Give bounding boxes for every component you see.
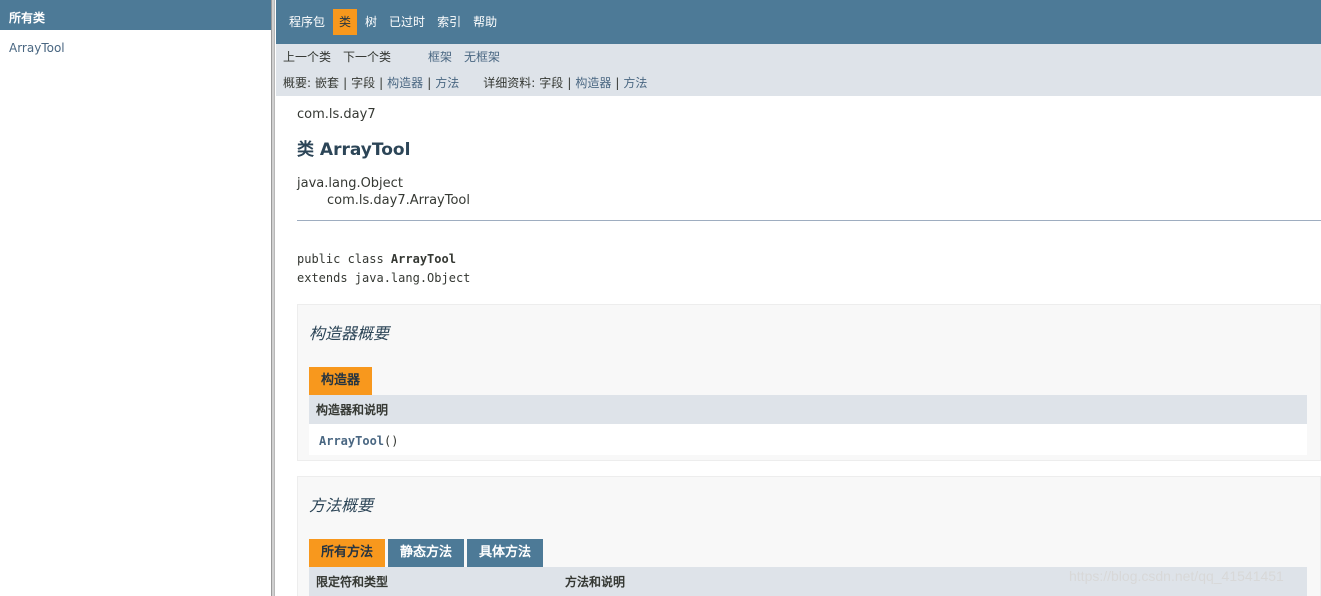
- javadoc-window: 所有类 ArrayTool 程序包 类 树 已过时 索引 帮助 上一个类 下一个…: [0, 0, 1321, 596]
- class-declaration: public class ArrayTool extends java.lang…: [297, 250, 1321, 288]
- inheritance-child: com.ls.day7.ArrayTool: [327, 193, 470, 208]
- frame-splitter[interactable]: [271, 0, 275, 596]
- package-name: com.ls.day7: [297, 107, 376, 122]
- detail-constructor-link[interactable]: 构造器: [575, 71, 611, 96]
- constructor-link-arraytool[interactable]: ArrayTool: [319, 434, 384, 448]
- detail-label: 详细资料:: [483, 76, 536, 90]
- declaration-prefix: public class: [297, 252, 391, 266]
- separator: |: [567, 76, 572, 90]
- page-title: 类 ArrayTool: [297, 140, 411, 160]
- divider: [297, 220, 1321, 221]
- detail-method-link[interactable]: 方法: [623, 71, 647, 96]
- method-header-description: 方法和说明: [565, 575, 626, 589]
- method-summary-title: 方法概要: [309, 496, 374, 515]
- constructor-summary: 构造器概要 构造器 构造器和说明 ArrayTool(): [297, 304, 1321, 461]
- class-link-arraytool[interactable]: ArrayTool: [9, 41, 65, 55]
- summary-constructor-link[interactable]: 构造器: [387, 71, 423, 96]
- separator: |: [379, 76, 384, 90]
- constructor-summary-title: 构造器概要: [309, 324, 390, 343]
- declaration-extends: extends java.lang.Object: [297, 271, 471, 285]
- sub-nav-row-1: 上一个类 下一个类 框架 无框架: [283, 44, 1321, 71]
- sub-nav-bar: 上一个类 下一个类 框架 无框架 概要: 嵌套 | 字段 | 构造器 | 方法 …: [276, 44, 1321, 96]
- tab-concrete-methods[interactable]: 具体方法: [467, 539, 544, 567]
- sub-nav-row-2: 概要: 嵌套 | 字段 | 构造器 | 方法 详细资料: 字段 | 构造器 | …: [283, 71, 1321, 96]
- nav-package[interactable]: 程序包: [283, 9, 331, 35]
- table-row: ArrayTool(): [309, 424, 1307, 455]
- tab-constructors[interactable]: 构造器: [309, 367, 373, 395]
- class-list: ArrayTool: [0, 30, 271, 55]
- class-content: com.ls.day7 类 ArrayTool java.lang.Object…: [276, 107, 1321, 596]
- prev-class-text: 上一个类: [283, 50, 332, 64]
- summary-method-link[interactable]: 方法: [435, 71, 459, 96]
- class-frame: 程序包 类 树 已过时 索引 帮助 上一个类 下一个类 框架 无框架 概要: 嵌…: [276, 0, 1321, 596]
- inheritance-tree: java.lang.Object com.ls.day7.ArrayTool: [297, 175, 1321, 209]
- nav-deprecated[interactable]: 已过时: [383, 9, 431, 35]
- tab-static-methods[interactable]: 静态方法: [388, 539, 465, 567]
- nav-class: 类: [333, 9, 358, 35]
- constructor-tabs: 构造器: [309, 367, 1320, 395]
- top-nav-bar: 程序包 类 树 已过时 索引 帮助: [276, 0, 1321, 44]
- separator: |: [615, 76, 620, 90]
- constructor-params: (): [384, 434, 399, 448]
- separator: |: [343, 76, 348, 90]
- method-tabs: 所有方法 静态方法 具体方法: [309, 539, 1320, 567]
- next-class-text: 下一个类: [343, 50, 392, 64]
- separator: |: [427, 76, 432, 90]
- detail-field: 字段: [539, 76, 564, 90]
- summary-label: 概要:: [283, 76, 312, 90]
- nav-tree[interactable]: 树: [359, 9, 383, 35]
- constructor-table-header: 构造器和说明: [309, 395, 1307, 424]
- nav-index[interactable]: 索引: [431, 9, 467, 35]
- all-classes-frame: 所有类 ArrayTool: [0, 0, 271, 596]
- nav-help[interactable]: 帮助: [467, 9, 503, 35]
- tab-all-methods[interactable]: 所有方法: [309, 539, 386, 567]
- frames-link[interactable]: 框架: [428, 44, 452, 71]
- inheritance-root: java.lang.Object: [297, 176, 403, 191]
- method-header-modifier: 限定符和类型: [316, 575, 389, 589]
- constructor-header-label: 构造器和说明: [316, 403, 389, 417]
- summary-field: 字段: [351, 76, 376, 90]
- watermark-text: https://blog.csdn.net/qq_41541451: [1069, 568, 1284, 584]
- declaration-class-name: ArrayTool: [390, 252, 456, 266]
- all-classes-header: 所有类: [0, 0, 271, 30]
- summary-nested: 嵌套: [315, 76, 340, 90]
- no-frames-link[interactable]: 无框架: [464, 44, 500, 71]
